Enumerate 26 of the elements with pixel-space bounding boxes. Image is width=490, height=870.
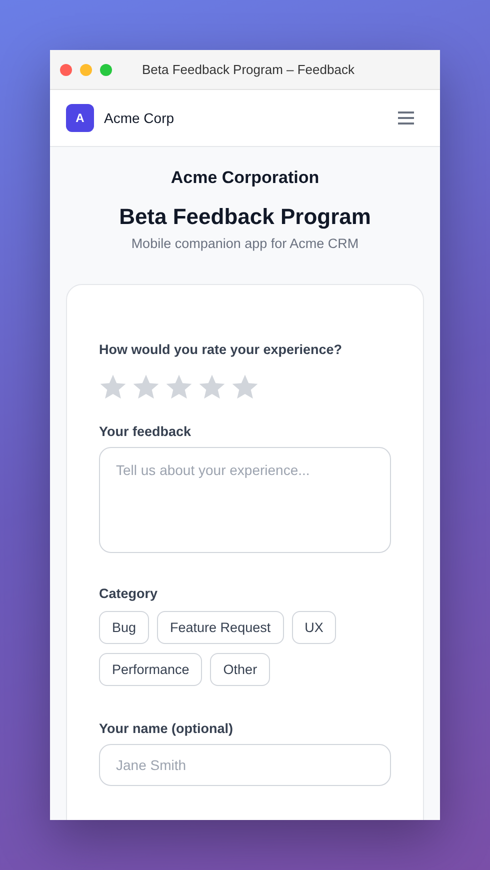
star-icon[interactable] — [165, 373, 193, 401]
feedback-field[interactable]: Tell us about your experience... — [99, 447, 391, 553]
category-chip[interactable]: Bug — [99, 611, 150, 644]
name-field[interactable]: Jane Smith — [99, 744, 391, 786]
field-label: How would you rate your experience? — [99, 341, 344, 359]
maximize-button[interactable] — [100, 64, 112, 76]
star-icon[interactable] — [99, 373, 127, 401]
page-title: Beta Feedback Program — [118, 203, 372, 231]
brand-name: Acme Corp — [104, 110, 176, 126]
category-chip[interactable]: Feature Request — [157, 611, 284, 644]
field-label: Your feedback — [99, 423, 192, 441]
star-icon[interactable] — [231, 373, 259, 401]
minimize-button[interactable] — [80, 64, 92, 76]
field-label: Category — [99, 585, 159, 603]
category-chip[interactable]: Other — [210, 653, 270, 686]
category-chip[interactable]: UX — [292, 611, 336, 644]
window-title: Beta Feedback Program – Feedback — [142, 62, 354, 77]
organization-name: Acme Corporation — [170, 167, 320, 189]
close-button[interactable] — [60, 64, 72, 76]
star-icon[interactable] — [132, 373, 160, 401]
star-icon[interactable] — [198, 373, 226, 401]
page-subtitle: Mobile companion app for Acme CRM — [130, 235, 360, 253]
field-label: Your name (optional) — [99, 720, 234, 738]
menu-icon[interactable] — [398, 111, 414, 125]
logo: A — [66, 104, 94, 132]
category-chip[interactable]: Performance — [99, 653, 202, 686]
